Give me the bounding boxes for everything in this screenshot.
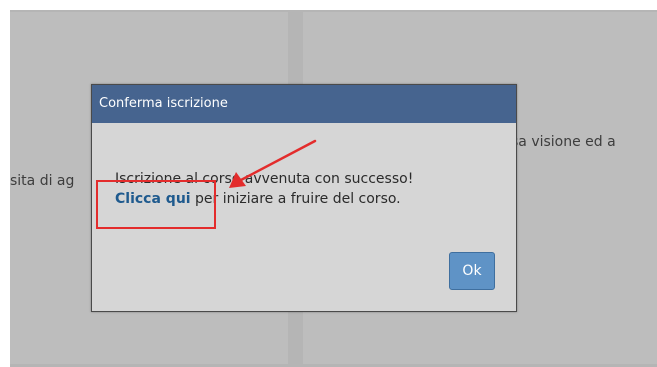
confirm-dialog: Conferma iscrizione Iscrizione al corso …	[91, 84, 517, 312]
dialog-title: Conferma iscrizione	[99, 96, 228, 111]
dialog-message: Iscrizione al corso avvenuta con success…	[115, 169, 413, 209]
message-line-2-text: per iniziare a fruire del corso.	[190, 191, 401, 207]
click-here-link[interactable]: Clicca qui	[115, 191, 191, 207]
message-line-2: Clicca qui per iniziare a fruire del cor…	[115, 189, 413, 209]
background-text-left: sita di ag	[10, 173, 75, 189]
dialog-titlebar[interactable]: Conferma iscrizione	[92, 85, 516, 123]
background-text-right: sa visione ed a	[511, 134, 616, 150]
ok-button[interactable]: Ok	[449, 252, 495, 290]
screen: sita di ag sa visione ed a Conferma iscr…	[0, 0, 657, 367]
message-line-1: Iscrizione al corso avvenuta con success…	[115, 171, 414, 187]
